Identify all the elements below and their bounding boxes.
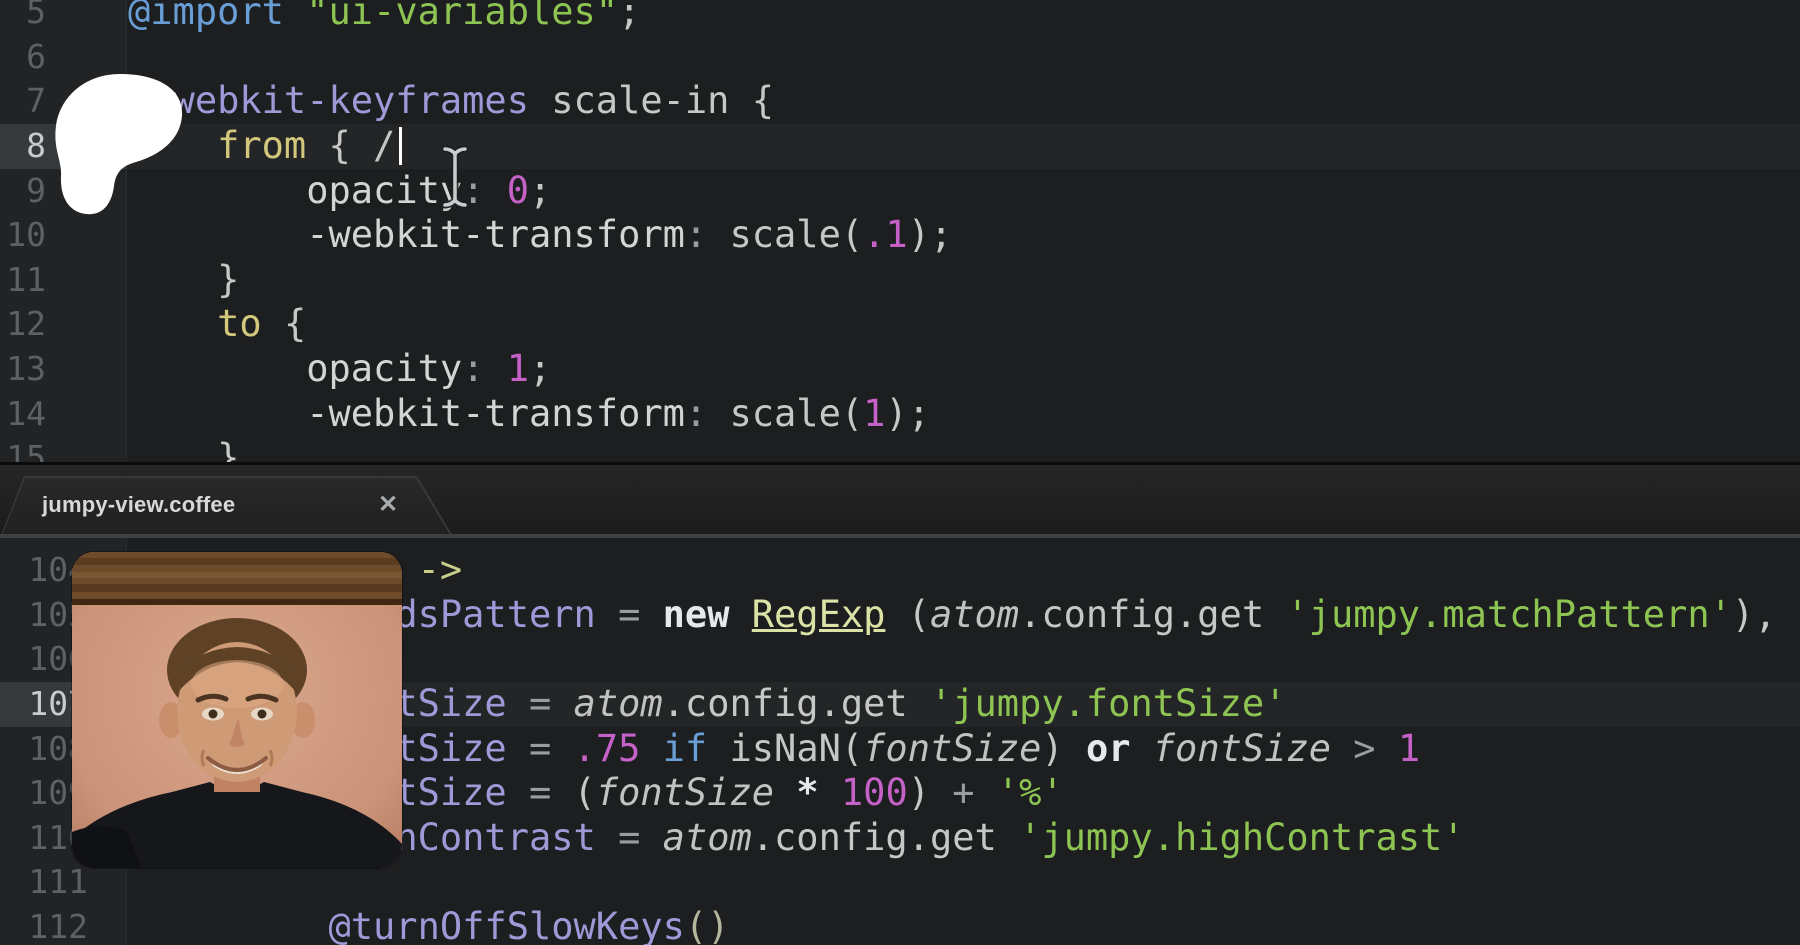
code-row: 13 opacity: 1;	[0, 347, 1800, 392]
line-number: 15	[0, 436, 126, 462]
tab-bar: jumpy-view.coffee ✕	[0, 462, 1800, 538]
code-row: 11 }	[0, 258, 1800, 303]
line-number: 12	[0, 302, 126, 347]
code-row: 14 -webkit-transform: scale(1);	[0, 392, 1800, 437]
code-row: 15 }	[0, 436, 1800, 462]
text-caret	[399, 127, 402, 165]
line-number: 112	[0, 905, 126, 945]
code-line: @turnOffSlowKeys()	[128, 905, 729, 945]
ibeam-cursor-icon	[437, 144, 473, 210]
code-line: -webkit-transform: scale(1);	[128, 392, 930, 437]
code-line: }	[128, 258, 239, 303]
code-row: 12 to {	[0, 302, 1800, 347]
code-row: 7 @-webkit-keyframes scale-in {	[0, 79, 1800, 124]
code-row: 5 @import "ui-variables";	[0, 0, 1800, 35]
portrait-photo	[72, 552, 402, 868]
line-number: 11	[0, 258, 126, 303]
code-row: 6	[0, 35, 1800, 80]
code-line: opacity: 1;	[128, 347, 551, 392]
code-line: to {	[128, 302, 306, 347]
code-line: @import "ui-variables";	[128, 0, 640, 35]
atom-editor-window: { "colors": { "editor_background": "#1c1…	[0, 0, 1800, 945]
editor-pane-top[interactable]: 5 @import "ui-variables"; 6 7 @-webkit-k…	[0, 0, 1800, 462]
tab-jumpy-view-coffee[interactable]: jumpy-view.coffee ✕	[0, 476, 454, 538]
code-row: 10 -webkit-transform: scale(.1);	[0, 213, 1800, 258]
code-line: }	[128, 436, 239, 462]
tab-label: jumpy-view.coffee	[42, 476, 235, 538]
line-number: 5	[0, 0, 126, 35]
code-line: -webkit-transform: scale(.1);	[128, 213, 952, 258]
tab-close-icon[interactable]: ✕	[378, 476, 398, 538]
code-row: 112 @turnOffSlowKeys()	[0, 905, 1800, 945]
line-number: 13	[0, 347, 126, 392]
portrait-photo-image	[72, 552, 402, 868]
code-row: 9 opacity: 0;	[0, 169, 1800, 214]
line-number: 14	[0, 392, 126, 437]
white-blob-overlay	[48, 70, 198, 220]
code-row-active: 8 from { /	[0, 124, 1800, 169]
code-line: @-webkit-keyframes scale-in {	[128, 79, 774, 124]
